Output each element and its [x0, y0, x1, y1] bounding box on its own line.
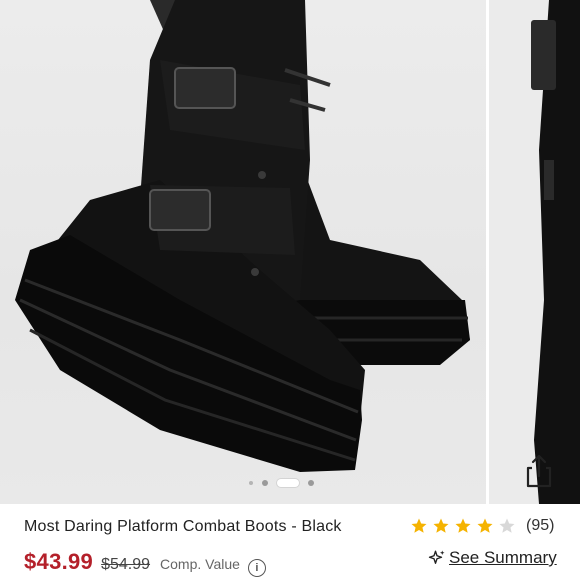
star-filled-icon [411, 518, 427, 533]
share-button[interactable] [520, 452, 558, 490]
product-rating[interactable]: (95) [410, 517, 554, 535]
star-filled-icon [433, 518, 449, 533]
pagination-dot[interactable] [249, 481, 253, 485]
product-image-main[interactable] [0, 0, 486, 504]
sale-price: $43.99 [24, 549, 94, 574]
star-filled-icon [477, 518, 493, 533]
sparkle-icon [428, 550, 445, 564]
boots-photo [15, 0, 470, 472]
pagination-dot[interactable] [308, 480, 314, 486]
star-empty-icon [499, 518, 515, 533]
see-summary-button[interactable]: See Summary [428, 548, 557, 568]
product-image-gallery[interactable] [0, 0, 580, 504]
price-row: $43.99 $54.99 Comp. Value i [24, 549, 266, 577]
compare-price: $54.99 [101, 556, 151, 573]
gallery-pagination [249, 478, 314, 488]
review-count[interactable]: (95) [526, 517, 554, 535]
share-icon [526, 454, 552, 488]
product-image-next[interactable] [489, 0, 580, 504]
see-summary-label[interactable]: See Summary [449, 548, 557, 568]
compare-value-label: Comp. Value [160, 556, 240, 572]
boot-partial-photo [531, 0, 580, 504]
pagination-dot-active[interactable] [277, 479, 299, 487]
info-icon[interactable]: i [247, 559, 266, 577]
product-title: Most Daring Platform Combat Boots - Blac… [24, 518, 342, 535]
pagination-dot[interactable] [262, 480, 268, 486]
star-filled-icon [455, 518, 471, 533]
